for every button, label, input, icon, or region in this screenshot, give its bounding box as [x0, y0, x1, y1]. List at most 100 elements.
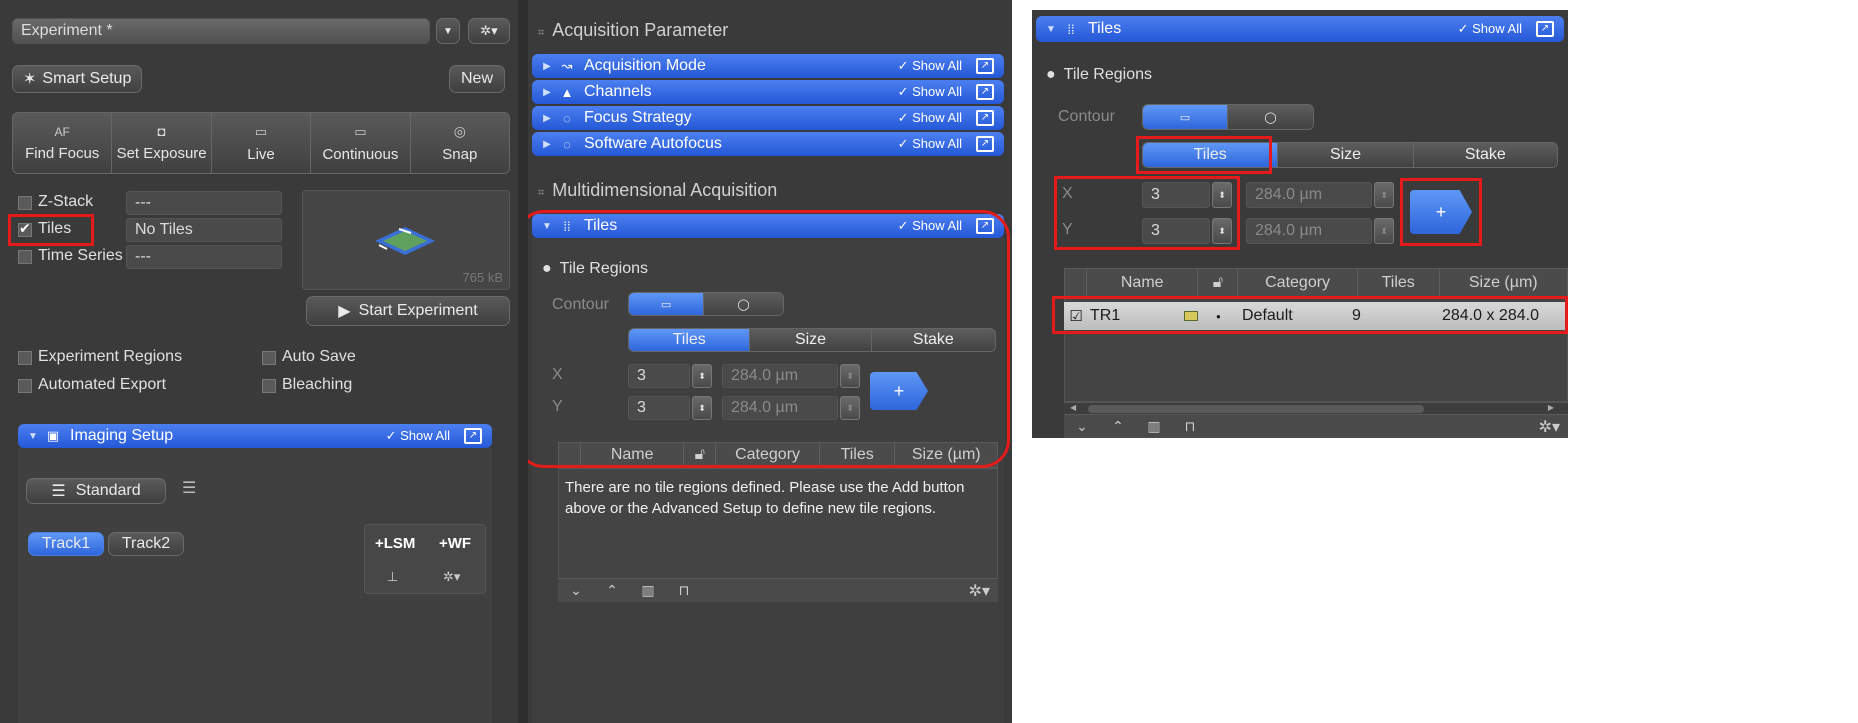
track-tools: +LSM +WF ⊥ ✲▾ — [364, 524, 486, 594]
circle-contour-icon[interactable]: ◯ — [1228, 105, 1313, 129]
y-size-value: 284.0 µm — [1255, 222, 1323, 239]
expand-arrow-icon: ▶ — [543, 112, 551, 124]
software-autofocus-icon: ◌ — [563, 136, 571, 152]
popout-icon[interactable]: ↗ — [976, 84, 994, 100]
y-size-stepper[interactable]: ⬍ — [1374, 218, 1394, 244]
x-size-value: 284.0 µm — [1255, 186, 1323, 203]
tiles-header[interactable]: ▼ ⁞⁞ Tiles ✓ Show All ↗ — [1036, 16, 1564, 42]
column-name[interactable]: Name — [1087, 269, 1199, 297]
live-button[interactable]: ▭ Live — [211, 113, 312, 173]
expand-arrow-icon: ▶ — [543, 86, 551, 98]
list-icon: ☰ — [51, 483, 66, 500]
y-size-input[interactable]: 284.0 µm — [1246, 218, 1372, 244]
automated-export-checkbox[interactable] — [18, 379, 32, 393]
tiles-value-text: No Tiles — [135, 221, 193, 238]
channels-header[interactable]: ▶ ▲ Channels ✓ Show All ↗ — [532, 80, 1004, 104]
smart-setup-button[interactable]: ✶ Smart Setup — [12, 65, 142, 93]
delete-track-icon[interactable]: ⊥ — [387, 569, 398, 585]
show-all-toggle[interactable]: ✓ Show All — [898, 110, 962, 126]
show-all-toggle[interactable]: ✓ Show All — [386, 428, 450, 444]
track-gear-icon[interactable]: ✲▾ — [443, 569, 460, 585]
show-all-label: Show All — [1472, 21, 1522, 36]
auto-save-checkbox[interactable] — [262, 351, 276, 365]
acquisition-mode-header[interactable]: ▶ ↝ Acquisition Mode ✓ Show All ↗ — [532, 54, 1004, 78]
snap-button[interactable]: ◎ Snap — [410, 113, 509, 173]
show-all-toggle[interactable]: ✓ Show All — [898, 136, 962, 152]
auto-save-label: Auto Save — [282, 348, 356, 365]
show-all-toggle[interactable]: ✓ Show All — [898, 84, 962, 100]
contour-label: Contour — [1058, 108, 1115, 125]
lock-column-icon[interactable]: 🔓︎ — [1198, 269, 1239, 297]
software-autofocus-header[interactable]: ▶ ◌ Software Autofocus ✓ Show All ↗ — [532, 132, 1004, 156]
popout-icon[interactable]: ↗ — [1536, 21, 1554, 37]
chevron-up-icon[interactable]: ⌃ — [594, 582, 630, 599]
toolbar-gear-icon[interactable]: ✲▾ — [1539, 417, 1560, 437]
bleaching-checkbox[interactable] — [262, 379, 276, 393]
focus-strategy-icon: ◌ — [563, 110, 571, 126]
x-size-input[interactable]: 284.0 µm — [1246, 182, 1372, 208]
new-experiment-button[interactable]: New — [449, 65, 505, 93]
collapse-circle-icon: ● — [1046, 66, 1056, 83]
acquisition-panel: ⌗ Acquisition Parameter ▶ ↝ Acquisition M… — [528, 0, 1012, 723]
experiment-select[interactable]: Experiment * — [12, 18, 430, 44]
x-size-stepper[interactable]: ⬍ — [1374, 182, 1394, 208]
zstack-value-text: --- — [135, 194, 151, 211]
track1-button[interactable]: Track1 — [28, 532, 104, 556]
rectangle-contour-icon[interactable]: ▭ — [1143, 105, 1228, 129]
column-category[interactable]: Category — [1238, 269, 1358, 297]
trash-icon[interactable]: ▥ — [630, 582, 666, 599]
popout-icon[interactable]: ↗ — [976, 58, 994, 74]
chevron-up-icon[interactable]: ⌃ — [1100, 418, 1136, 435]
play-icon: ▶ — [338, 303, 351, 320]
show-all-toggle[interactable]: ✓ Show All — [1458, 21, 1522, 37]
trash-icon[interactable]: ▥ — [1136, 418, 1172, 435]
zstack-checkbox[interactable] — [18, 196, 32, 210]
experiment-dropdown-button[interactable]: ▼ — [436, 18, 460, 44]
show-all-toggle[interactable]: ✓ Show All — [898, 58, 962, 74]
time-series-checkbox[interactable] — [18, 250, 32, 264]
experiment-regions-checkbox[interactable] — [18, 351, 32, 365]
track1-label: Track1 — [41, 535, 91, 552]
scrollbar-thumb[interactable] — [1088, 405, 1424, 413]
focus-strategy-header[interactable]: ▶ ◌ Focus Strategy ✓ Show All ↗ — [532, 106, 1004, 130]
tile-regions-title[interactable]: ● Tile Regions — [1046, 66, 1152, 84]
tab-stake[interactable]: Stake — [1413, 143, 1557, 167]
scroll-right-icon[interactable]: ▶ — [1548, 403, 1554, 412]
imaging-setup-header[interactable]: ▼ ▣ Imaging Setup ✓ Show All ↗ — [18, 424, 492, 448]
column-tiles[interactable]: Tiles — [1358, 269, 1440, 297]
acquisition-actions: AF Find Focus ◘ Set Exposure ▭ Live ▭ Co… — [12, 112, 510, 174]
snap-label: Snap — [442, 146, 478, 163]
horizontal-scrollbar[interactable]: ◀ ▶ — [1064, 402, 1568, 414]
contour-toggle[interactable]: ▭ ◯ — [1142, 104, 1314, 130]
toolbar-gear-icon[interactable]: ✲▾ — [969, 581, 990, 601]
standard-mode-button[interactable]: ☰ Standard — [26, 478, 166, 504]
add-lsm-button[interactable]: +LSM — [375, 535, 415, 552]
standard-label: Standard — [75, 482, 141, 499]
set-exposure-button[interactable]: ◘ Set Exposure — [112, 113, 212, 173]
lock-icon[interactable]: ⊓ — [666, 582, 702, 599]
lock-icon[interactable]: ⊓ — [1172, 418, 1208, 435]
show-all-label: Show All — [912, 84, 962, 99]
scroll-left-icon[interactable]: ◀ — [1070, 403, 1076, 412]
track2-button[interactable]: Track2 — [108, 532, 184, 556]
popout-icon[interactable]: ↗ — [976, 136, 994, 152]
add-wf-button[interactable]: +WF — [439, 535, 471, 552]
experiment-options-button[interactable]: ✲▾ — [468, 18, 510, 44]
start-experiment-button[interactable]: ▶ Start Experiment — [306, 296, 510, 326]
chevron-down-icon[interactable]: ⌄ — [558, 582, 594, 599]
column-size[interactable]: Size (µm) — [1440, 269, 1567, 297]
popout-icon[interactable]: ↗ — [976, 110, 994, 126]
find-focus-button[interactable]: AF Find Focus — [13, 113, 113, 173]
tab-size[interactable]: Size — [1278, 143, 1414, 167]
tile-regions-table-header: Name 🔓︎ Category Tiles Size (µm) — [1064, 268, 1568, 298]
tiles-highlight — [8, 214, 94, 246]
popout-icon[interactable]: ↗ — [464, 428, 482, 444]
show-all-label: Show All — [912, 110, 962, 125]
tiles-icon: ⁞⁞ — [1067, 21, 1075, 37]
chevron-down-icon[interactable]: ⌄ — [1064, 418, 1100, 435]
tiles-section-highlight — [528, 210, 1010, 468]
experiment-preview: 765 kB — [302, 190, 510, 290]
zstack-label: Z-Stack — [38, 193, 94, 210]
list-view-icon[interactable]: ☰ — [182, 478, 196, 498]
continuous-button[interactable]: ▭ Continuous — [311, 113, 411, 173]
